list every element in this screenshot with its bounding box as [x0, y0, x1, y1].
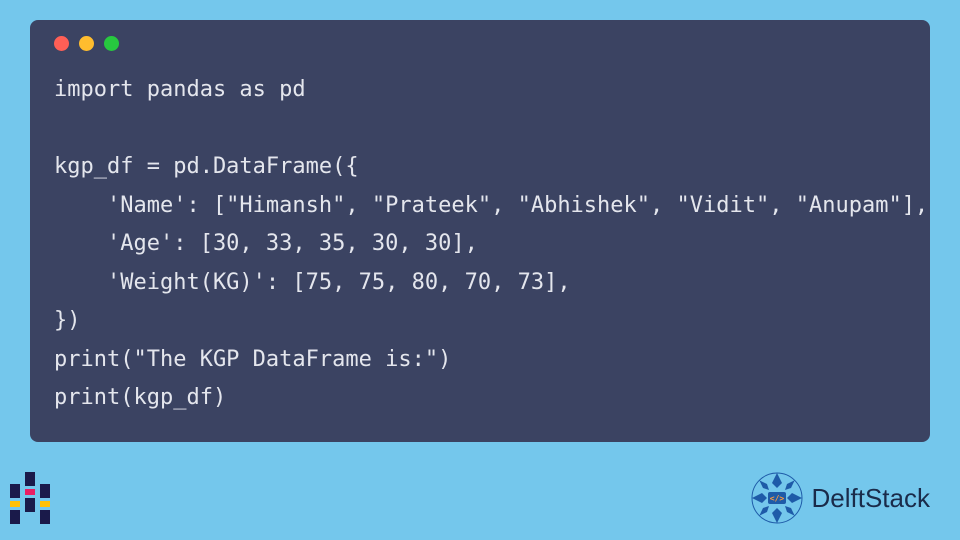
code-line: 'Name': ["Himansh", "Prateek", "Abhishek…	[54, 193, 928, 218]
brand-name: DelftStack	[812, 483, 931, 514]
code-line: 'Weight(KG)': [75, 75, 80, 70, 73],	[54, 270, 571, 295]
brand-logo: </> DelftStack	[750, 471, 931, 525]
window-controls	[54, 36, 906, 51]
footer: </> DelftStack	[10, 471, 930, 525]
code-block: import pandas as pd kgp_df = pd.DataFram…	[54, 71, 906, 418]
code-line: print(kgp_df)	[54, 385, 226, 410]
svg-text:</>: </>	[769, 494, 784, 503]
close-icon	[54, 36, 69, 51]
code-line: })	[54, 308, 81, 333]
delftstack-icon: </>	[750, 471, 804, 525]
code-line: 'Age': [30, 33, 35, 30, 30],	[54, 231, 478, 256]
code-window: import pandas as pd kgp_df = pd.DataFram…	[30, 20, 930, 442]
code-line: import pandas as pd	[54, 77, 306, 102]
code-line: kgp_df = pd.DataFrame({	[54, 154, 359, 179]
maximize-icon	[104, 36, 119, 51]
pandas-logo-icon	[10, 472, 50, 524]
code-line: print("The KGP DataFrame is:")	[54, 347, 451, 372]
minimize-icon	[79, 36, 94, 51]
